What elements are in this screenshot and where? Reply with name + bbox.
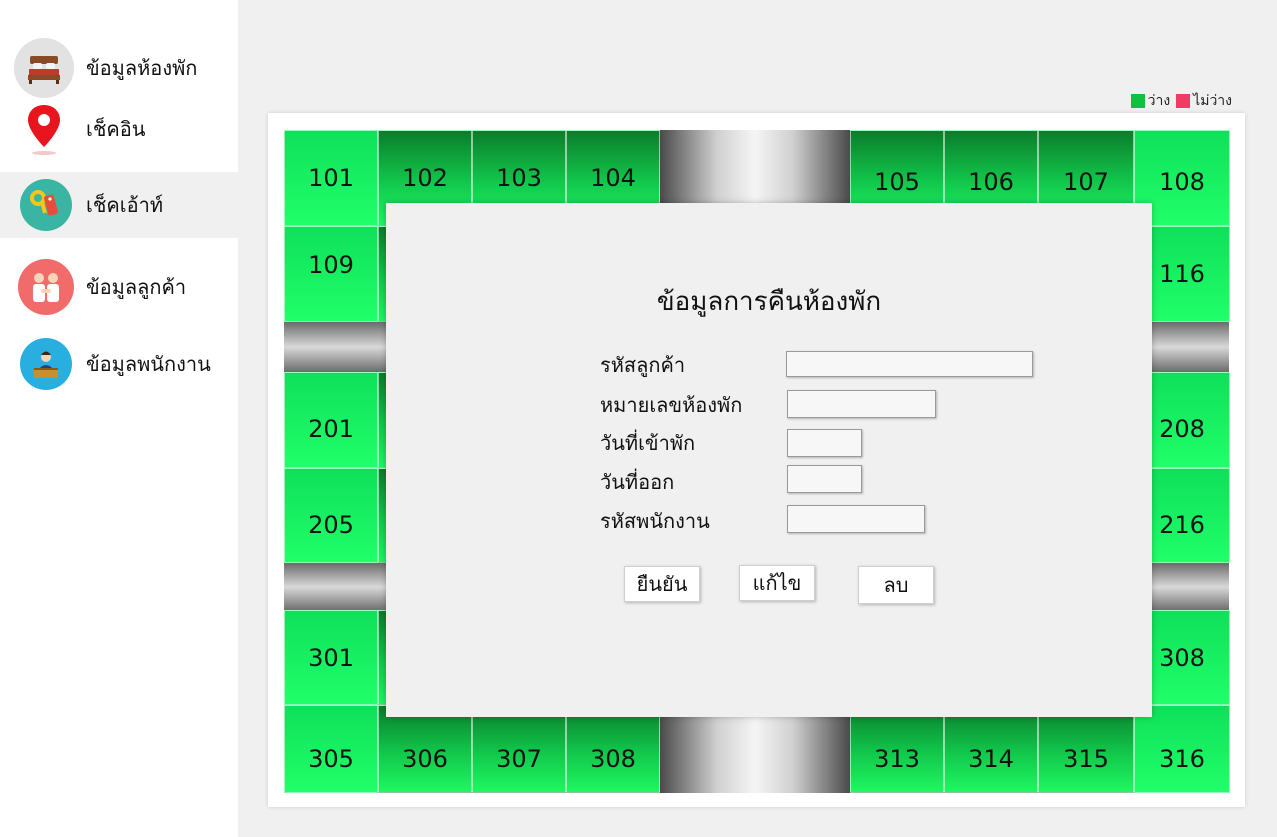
occupied-legend-label: ไม่ว่าง — [1193, 93, 1232, 109]
room-tile[interactable]: 308 — [566, 705, 660, 793]
employee-id-input[interactable] — [787, 505, 925, 533]
customer-id-input[interactable] — [786, 351, 1033, 377]
room-tile[interactable]: 109 — [284, 226, 378, 322]
employee-id-label: รหัสพนักงาน — [600, 509, 710, 533]
receptionist-icon — [20, 338, 72, 390]
room-tile[interactable]: 314 — [944, 705, 1038, 793]
room-status-legend: ว่าง ไม่ว่าง — [1125, 90, 1232, 112]
sidebar: ข้อมูลห้องพัก เช็คอิน เช็คเอ้าท์ ข้อมูลล… — [0, 0, 238, 837]
room-tile[interactable]: 201 — [284, 372, 378, 468]
checkout-date-input[interactable] — [787, 465, 862, 493]
checkout-dialog: ข้อมูลการคืนห้องพัก รหัสลูกค้า หมายเลขห้… — [386, 203, 1152, 717]
room-tile[interactable]: 313 — [850, 705, 944, 793]
sidebar-item-checkin[interactable]: เช็คอิน — [0, 96, 238, 162]
available-swatch — [1130, 94, 1145, 108]
sidebar-item-label: ข้อมูลห้องพัก — [86, 56, 198, 80]
room-tile[interactable]: 301 — [284, 610, 378, 705]
room-tile[interactable]: 305 — [284, 705, 378, 793]
room-tile[interactable]: 315 — [1038, 705, 1134, 793]
bed-icon — [14, 38, 74, 98]
confirm-button[interactable]: ยืนยัน — [624, 566, 700, 602]
sidebar-item-label: ข้อมูลพนักงาน — [86, 352, 211, 376]
sidebar-item-customer-info[interactable]: ข้อมูลลูกค้า — [0, 254, 238, 320]
room-number-label: หมายเลขห้องพัก — [600, 393, 743, 417]
checkin-date-input[interactable] — [787, 429, 862, 457]
delete-button[interactable]: ลบ — [858, 566, 934, 604]
checkout-date-label: วันที่ออก — [600, 470, 675, 494]
key-icon — [20, 179, 72, 231]
sidebar-item-employee-info[interactable]: ข้อมูลพนักงาน — [0, 331, 238, 397]
sidebar-item-label: ข้อมูลลูกค้า — [86, 275, 187, 299]
customer-id-label: รหัสลูกค้า — [600, 353, 686, 377]
occupied-swatch — [1176, 94, 1191, 108]
edit-button[interactable]: แก้ไข — [739, 565, 815, 601]
room-tile[interactable]: 306 — [378, 705, 472, 793]
sidebar-item-label: เช็คอิน — [86, 117, 146, 141]
sidebar-item-room-info[interactable]: ข้อมูลห้องพัก — [0, 35, 238, 101]
sidebar-item-checkout[interactable]: เช็คเอ้าท์ — [0, 172, 238, 238]
dialog-title: ข้อมูลการคืนห้องพัก — [656, 287, 882, 317]
room-tile[interactable]: 316 — [1134, 705, 1230, 793]
room-tile[interactable]: 205 — [284, 468, 378, 563]
room-tile[interactable]: 307 — [472, 705, 566, 793]
room-tile[interactable]: 101 — [284, 130, 378, 226]
available-legend-label: ว่าง — [1147, 93, 1171, 109]
map-pin-icon — [14, 99, 74, 159]
handshake-icon — [18, 259, 74, 315]
room-number-input[interactable] — [787, 390, 936, 418]
sidebar-item-label: เช็คเอ้าท์ — [86, 193, 164, 217]
checkin-date-label: วันที่เข้าพัก — [600, 431, 696, 455]
